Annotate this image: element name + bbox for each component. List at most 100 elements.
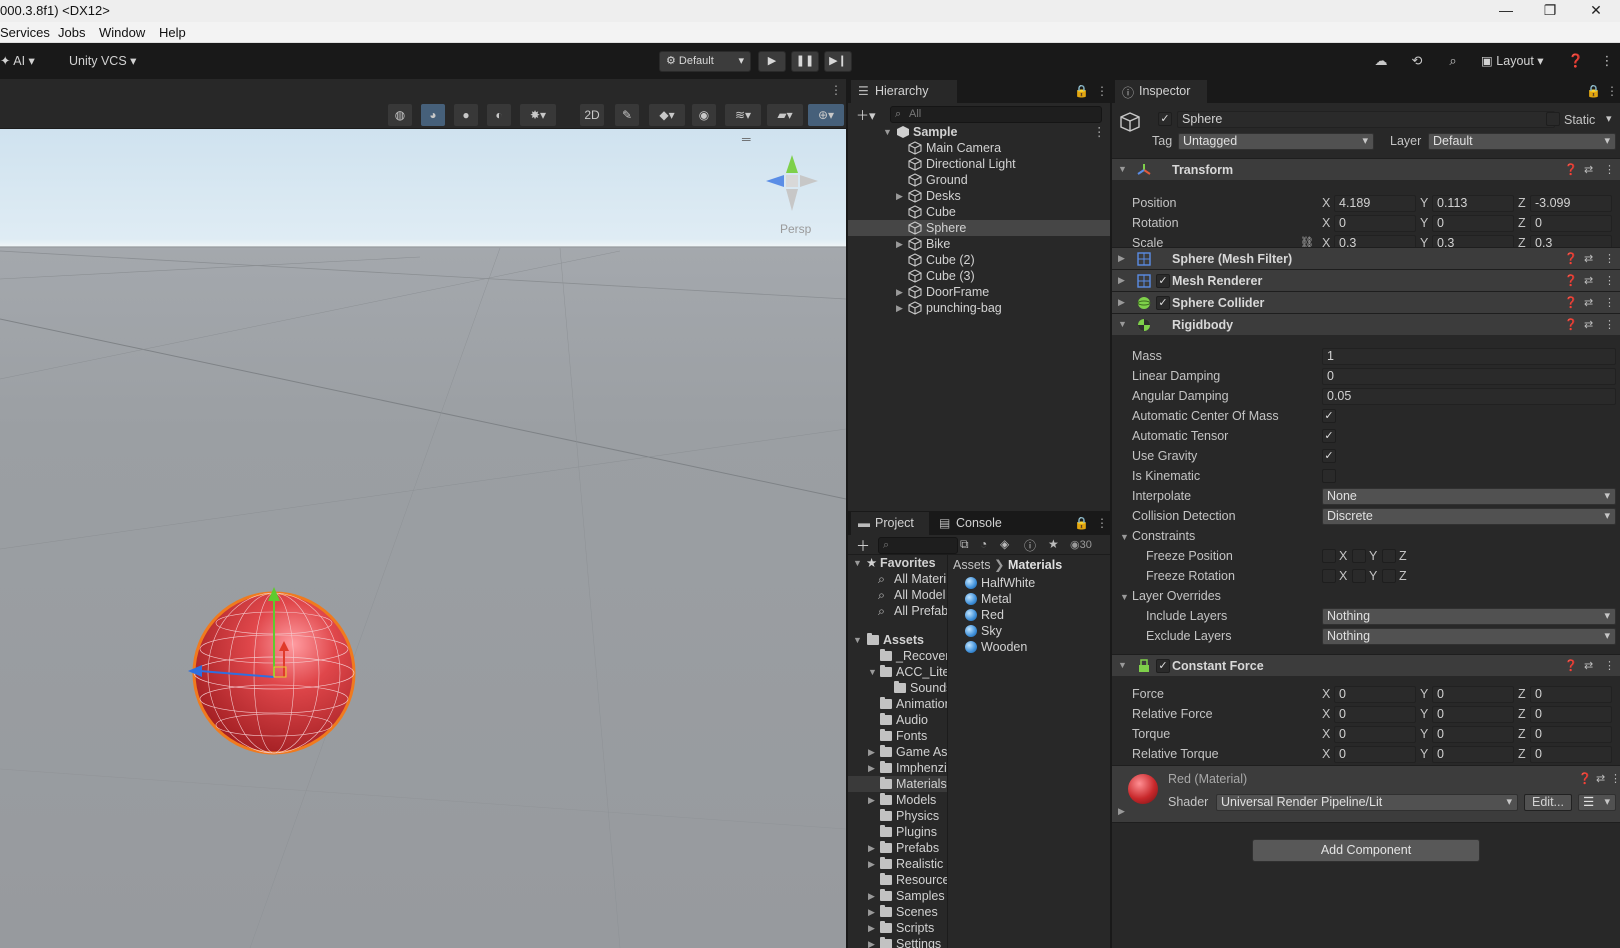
cloud-icon[interactable]: ☁ [1372,52,1390,70]
filter-type-icon[interactable]: ◔ [980,537,987,551]
folder-item[interactable]: ▶ Prefabs [848,840,947,856]
mesh-renderer-enabled-checkbox[interactable]: ✓ [1156,274,1170,288]
component-menu-icon[interactable]: ⋮ [1604,163,1615,176]
step-button[interactable]: ▶❙ [824,51,852,72]
camera-dropdown[interactable]: ▰▾ [767,104,803,126]
preset-icon[interactable]: ⇄ [1584,163,1593,176]
favorite-item[interactable]: ⌕ All Materi [848,571,947,587]
hierarchy-item[interactable]: ▶ DoorFrame [848,284,1110,300]
maximize-button[interactable]: ❐ [1528,0,1572,22]
hierarchy-item[interactable]: Main Camera [848,140,1110,156]
relative-force-z-field[interactable]: 0 [1530,706,1612,723]
relative-torque-z-field[interactable]: 0 [1530,746,1612,763]
freeze-rotation-y-checkbox[interactable] [1352,569,1366,583]
unity-vcs-menu[interactable]: Unity VCS ▾ [69,53,136,68]
folder-item[interactable]: ▶ Settings [848,936,947,948]
create-button[interactable]: ＋▾ [856,105,876,124]
expand-arrow-icon[interactable]: ▶ [868,856,875,872]
constraints-collapse-icon[interactable]: ▼ [1120,532,1129,542]
preset-icon[interactable]: ⇄ [1596,772,1605,785]
rotation-x-field[interactable]: 0 [1334,215,1416,232]
label-icon[interactable]: ◈ [1000,537,1009,551]
interpolate-dropdown[interactable]: None [1322,488,1616,505]
help-icon[interactable]: ❓ [1578,772,1592,785]
menu-help[interactable]: Help [159,25,186,40]
expand-arrow-icon[interactable]: ▶ [868,760,875,776]
preset-icon[interactable]: ⇄ [1584,296,1593,309]
breadcrumb-assets[interactable]: Assets [953,558,991,572]
edit-shader-button[interactable]: Edit... [1524,794,1572,811]
freeze-position-y-checkbox[interactable] [1352,549,1366,563]
shaded-button[interactable]: ● [454,104,478,126]
component-menu-icon[interactable]: ⋮ [1604,659,1615,672]
layers-dropdown[interactable]: ≋▾ [725,104,761,126]
mesh-renderer-header[interactable]: ▶ ✓ Mesh Renderer ❓ ⇄ ⋮ [1112,269,1620,291]
hierarchy-item[interactable]: Sphere [848,220,1110,236]
folder-item[interactable]: Plugins [848,824,947,840]
expand-arrow-icon[interactable]: ▶ [868,744,875,760]
hierarchy-item[interactable]: ▶ punching-bag [848,300,1110,316]
expand-arrow-icon[interactable]: ▶ [868,840,875,856]
expand-arrow-icon[interactable]: ▶ [868,904,875,920]
folder-item[interactable]: ▶ Game As [848,744,947,760]
collapse-arrow-icon[interactable]: ▼ [1118,660,1127,670]
help-icon[interactable]: ❓ [1564,252,1578,265]
expand-arrow-icon[interactable]: ▶ [896,236,903,252]
force-y-field[interactable]: 0 [1432,686,1514,703]
hierarchy-item[interactable]: ▶ Desks [848,188,1110,204]
help-icon[interactable]: ❓ [1564,163,1578,176]
position-y-field[interactable]: 0.113 [1432,195,1514,212]
expand-arrow-icon[interactable]: ▶ [1118,297,1125,308]
menu-services[interactable]: Services [0,25,50,40]
lit-button[interactable]: ◐ [487,104,511,126]
preset-icon[interactable]: ⇄ [1584,274,1593,287]
ai-menu[interactable]: ✦ AI ▾ [0,53,35,68]
material-item[interactable]: Metal [949,591,1089,607]
visibility-count[interactable]: ◉30 [1070,538,1092,551]
folder-item[interactable]: ▶ Imphenzi [848,760,947,776]
collapse-arrow-icon[interactable]: ▼ [1118,319,1127,329]
lock-icon[interactable]: 🔒 [1586,84,1601,98]
folder-item[interactable]: Sounds [848,680,947,696]
torque-x-field[interactable]: 0 [1334,726,1416,743]
force-z-field[interactable]: 0 [1530,686,1612,703]
expand-arrow-icon[interactable]: ▶ [1118,253,1125,264]
layer-dropdown[interactable]: Default [1428,133,1616,150]
folder-item[interactable]: ▼ ACC_Lite [848,664,947,680]
constant-force-header[interactable]: ▼ ✓ Constant Force ❓ ⇄ ⋮ [1112,654,1620,676]
material-item[interactable]: Red [949,607,1089,623]
is-kinematic-checkbox[interactable] [1322,469,1336,483]
hierarchy-item[interactable]: Ground [848,172,1110,188]
shader-menu-button[interactable]: ☰ [1578,794,1616,811]
material-item[interactable]: Wooden [949,639,1089,655]
help-icon[interactable]: ❓ [1564,296,1578,309]
tab-console[interactable]: ▤ Console [932,512,1018,535]
active-checkbox[interactable]: ✓ [1158,112,1172,126]
component-menu-icon[interactable]: ⋮ [1610,772,1620,785]
tab-hierarchy[interactable]: ☰ Hierarchy [851,80,957,103]
preset-icon[interactable]: ⇄ [1584,659,1593,672]
linear-damping-field[interactable]: 0 [1322,368,1616,385]
persp-label[interactable]: Persp [780,222,811,236]
hierarchy-item[interactable]: Cube [848,204,1110,220]
hierarchy-item[interactable]: Cube (3) [848,268,1110,284]
gizmos-dropdown[interactable]: ⊕▾ [808,104,844,126]
search-icon[interactable]: ⌕ [1444,52,1462,70]
collapse-arrow-icon[interactable]: ▼ [853,632,862,648]
folder-item[interactable]: ▶ Samples [848,888,947,904]
lock-icon[interactable]: 🔒 [1074,516,1089,530]
freeze-rotation-z-checkbox[interactable] [1382,569,1396,583]
torque-z-field[interactable]: 0 [1530,726,1612,743]
play-button[interactable]: ▶ [758,51,786,72]
use-gravity-checkbox[interactable]: ✓ [1322,449,1336,463]
scene-menu-icon[interactable]: ⋮ [1093,124,1106,140]
project-menu-icon[interactable]: ⋮ [1096,516,1108,530]
collapse-arrow-icon[interactable]: ▼ [868,664,877,680]
rigidbody-header[interactable]: ▼ Rigidbody ❓ ⇄ ⋮ [1112,313,1620,335]
gizmo-menu-icon[interactable]: ═ [742,132,751,146]
freeze-position-x-checkbox[interactable] [1322,549,1336,563]
folder-item[interactable]: ▶ Scripts [848,920,947,936]
build-profile-dropdown[interactable]: ⚙ Default ▾ [659,51,751,72]
material-item[interactable]: HalfWhite [949,575,1089,591]
component-menu-icon[interactable]: ⋮ [1604,318,1615,331]
